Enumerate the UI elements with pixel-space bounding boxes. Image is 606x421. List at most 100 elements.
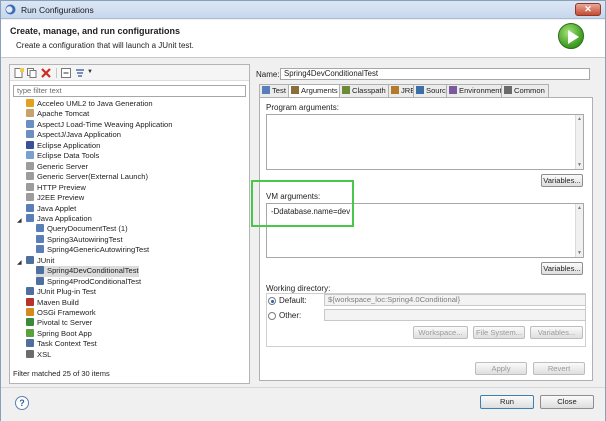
vm-arguments-scrollbar[interactable]: ▲ ▼ (575, 204, 583, 257)
tree-item[interactable]: AspectJ Load-Time Weaving Application (26, 119, 173, 131)
tree-item[interactable]: Eclipse Data Tools (26, 151, 99, 162)
run-button[interactable]: Run (480, 395, 534, 409)
configuration-type-icon (26, 213, 34, 222)
tree-item-label: QueryDocumentTest (1) (47, 224, 128, 234)
close-button[interactable]: Close (540, 395, 594, 409)
tab-environment[interactable]: Environment (446, 84, 502, 98)
tree-item[interactable]: Generic Server(External Launch) (26, 172, 148, 183)
filter-icon[interactable] (75, 68, 85, 78)
tree-item[interactable]: Spring3AutowiringTest (36, 234, 123, 246)
tree-item[interactable]: Task Context Test (26, 339, 97, 350)
scroll-up-icon[interactable]: ▲ (577, 205, 582, 211)
tree-item-label: Generic Server (37, 161, 89, 171)
expand-toggle-icon[interactable]: ◢ (17, 216, 22, 226)
close-window-button[interactable]: ✕ (575, 3, 601, 16)
help-icon[interactable]: ? (15, 396, 29, 410)
tree-item-label: OSGi Framework (37, 308, 96, 317)
workspace-button[interactable]: Workspace... (413, 326, 468, 339)
program-arguments-scrollbar[interactable]: ▲ ▼ (575, 115, 583, 169)
configuration-type-icon (26, 287, 34, 296)
tab-source[interactable]: Source (413, 84, 450, 98)
filter-input[interactable]: type filter text (13, 85, 246, 97)
common-icon (504, 86, 512, 94)
tree-item[interactable]: ◢ JUnit (17, 255, 54, 267)
default-radio[interactable] (268, 297, 276, 305)
tree-item-label: Eclipse Application (37, 140, 101, 150)
tree-item-label: AspectJ/Java Application (37, 130, 122, 140)
configuration-name-input[interactable]: Spring4DevConditionalTest (280, 68, 590, 80)
tree-item[interactable]: AspectJ/Java Application (26, 130, 121, 141)
scroll-down-icon[interactable]: ▼ (577, 162, 582, 168)
tree-item[interactable]: Spring4ProdConditionalTest (36, 276, 142, 288)
tree-item-label: XSL (37, 349, 52, 359)
filter-menu-chevron-icon[interactable]: ▼ (87, 69, 93, 75)
configuration-type-icon (26, 318, 34, 327)
filter-status-text: Filter matched 25 of 30 items (13, 369, 110, 378)
tree-item-label: Eclipse Data Tools (37, 151, 100, 161)
other-variables-button[interactable]: Variables... (530, 326, 583, 339)
tree-item-label: Java Application (37, 213, 92, 223)
configuration-type-icon (26, 182, 34, 191)
scroll-down-icon[interactable]: ▼ (577, 250, 582, 256)
tree-item-label: Task Context Test (37, 339, 97, 349)
tree-item[interactable]: ◢ Java Application (17, 213, 92, 225)
configuration-type-icon (36, 266, 44, 275)
tab-jre[interactable]: JRE (388, 84, 415, 98)
program-arguments-input[interactable]: ▲ ▼ (266, 114, 584, 170)
tab-test[interactable]: Test (259, 84, 289, 98)
tree-item[interactable]: Eclipse Application (26, 140, 101, 152)
other-label: Other: (279, 311, 302, 320)
configuration-type-icon (26, 119, 34, 128)
duplicate-icon[interactable] (27, 68, 37, 78)
tree-item[interactable]: HTTP Preview (26, 182, 86, 194)
tree-item[interactable]: JUnit Plug-in Test (26, 287, 96, 298)
tree-item-label: J2EE Preview (37, 193, 85, 203)
delete-icon[interactable] (41, 68, 51, 78)
configuration-type-icon (26, 308, 34, 316)
tab-common[interactable]: Common (501, 84, 549, 98)
vm-variables-button[interactable]: Variables... (541, 262, 583, 275)
program-variables-button[interactable]: Variables... (541, 174, 583, 187)
window-title: Run Configurations (21, 5, 94, 15)
tree-item[interactable]: Apache Tomcat (26, 109, 89, 120)
tree-item[interactable]: Acceleo UML2 to Java Generation (26, 99, 153, 110)
tree-item-label: Pivotal tc Server (37, 318, 93, 328)
collapse-all-icon[interactable] (61, 68, 71, 78)
tree-item[interactable]: Java Applet (26, 203, 76, 215)
file-system-button[interactable]: File System... (473, 326, 525, 339)
tree-item[interactable]: J2EE Preview (26, 193, 84, 204)
editor-tabs: Test Arguments Classpath JRE Source Environme… (259, 84, 593, 99)
tree-item[interactable]: Spring4DevConditionalTest (36, 266, 139, 277)
configuration-type-icon (26, 99, 34, 107)
program-arguments-label: Program arguments: (266, 103, 339, 112)
close-icon: ✕ (584, 4, 592, 14)
other-radio[interactable] (268, 312, 276, 320)
expand-toggle-icon[interactable]: ◢ (17, 258, 22, 268)
scroll-up-icon[interactable]: ▲ (577, 116, 582, 122)
source-icon (416, 86, 424, 94)
configuration-type-icon (26, 151, 34, 160)
header-banner: Create, manage, and run configurations C… (1, 20, 605, 58)
configurations-pane: ▼ type filter text Acceleo UML2 to Java … (9, 64, 250, 384)
tree-item[interactable]: Maven Build (26, 297, 79, 309)
new-configuration-icon[interactable] (14, 68, 24, 78)
tree-item[interactable]: Generic Server (26, 161, 89, 173)
other-directory-field[interactable] (324, 309, 586, 321)
tree-item[interactable]: QueryDocumentTest (1) (36, 224, 128, 235)
tree-item[interactable]: XSL (26, 349, 52, 361)
tree-item[interactable]: Spring4GenericAutowiringTest (36, 245, 149, 256)
tree-item-label: AspectJ Load-Time Weaving Application (37, 119, 173, 129)
revert-button[interactable]: Revert (533, 362, 585, 375)
tree-item-label: Spring4ProdConditionalTest (47, 276, 142, 286)
tree-item-label: Spring4GenericAutowiringTest (47, 245, 150, 255)
tree-item[interactable]: Spring Boot App (26, 328, 92, 340)
tree-item-label: Acceleo UML2 to Java Generation (37, 99, 153, 108)
configuration-type-icon (26, 109, 34, 118)
configuration-type-icon (26, 130, 34, 139)
tree-item[interactable]: OSGi Framework (26, 308, 96, 319)
tree-item-label: Maven Build (37, 297, 79, 307)
tree-item[interactable]: Pivotal tc Server (26, 318, 92, 329)
tab-classpath[interactable]: Classpath (339, 84, 389, 98)
run-configurations-dialog: Run Configurations ✕ Create, manage, and… (0, 0, 606, 421)
apply-button[interactable]: Apply (475, 362, 527, 375)
